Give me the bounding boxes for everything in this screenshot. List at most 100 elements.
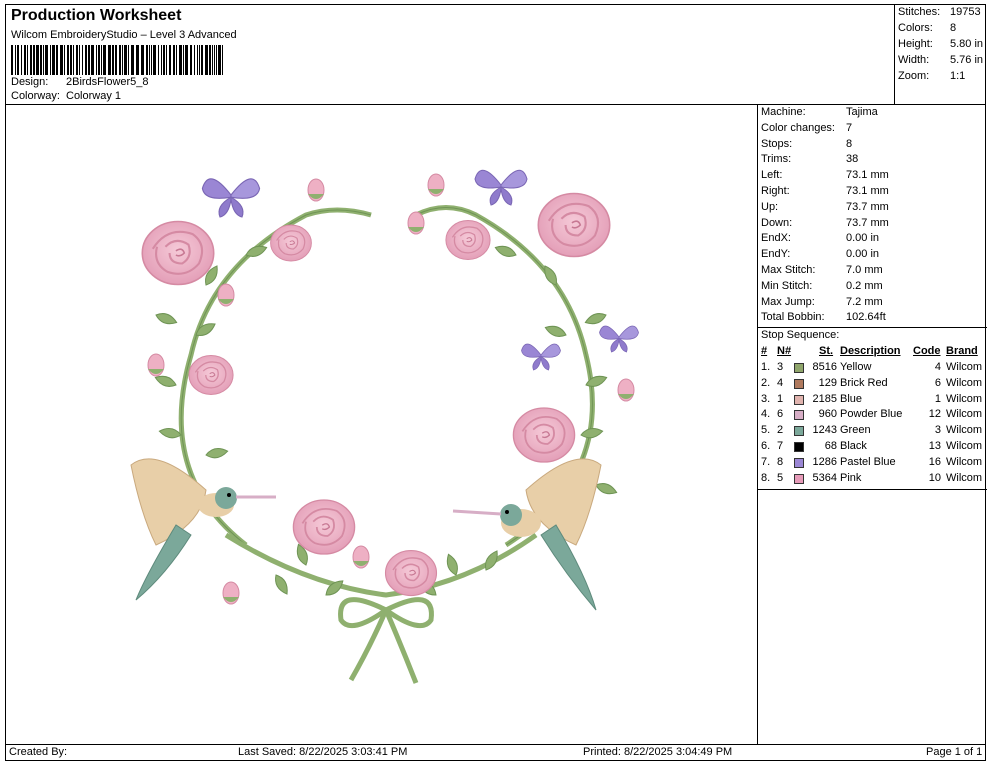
- stop-sequence-row: 2. 4 129 Brick Red 6 Wilcom: [758, 377, 987, 393]
- info-value: 7: [846, 121, 853, 134]
- stat-value: 8: [950, 22, 957, 34]
- info-row: Color changes: 7: [761, 122, 852, 134]
- row-n: 4: [777, 376, 784, 389]
- info-label: Max Jump:: [761, 295, 815, 308]
- stat-label: Stitches:: [898, 6, 941, 18]
- row-code: 13: [928, 440, 941, 452]
- row-n: 6: [777, 408, 784, 421]
- stat-row: Stitches: 19753: [898, 6, 981, 18]
- stop-sequence-row: 6. 7 68 Black 13 Wilcom: [758, 440, 987, 456]
- info-label: Right:: [761, 185, 790, 197]
- stop-sequence-row: 5. 2 1243 Green 3 Wilcom: [758, 424, 987, 440]
- info-row: Up: 73.7 mm: [761, 200, 889, 213]
- stat-label: Colors:: [898, 22, 933, 34]
- row-code: 12: [928, 408, 941, 421]
- info-value: 7.0 mm: [846, 264, 883, 276]
- bow: [338, 597, 434, 684]
- divider: [758, 489, 987, 490]
- info-label: Up:: [761, 200, 779, 213]
- stat-row: Height: 5.80 in: [898, 38, 983, 50]
- barcode: [11, 45, 223, 75]
- color-swatch: [794, 457, 804, 468]
- info-value: 73.1 mm: [846, 169, 889, 182]
- row-n: 8: [777, 455, 784, 468]
- col-desc: Description: [840, 345, 901, 357]
- left-hummingbird: [130, 458, 276, 601]
- info-value: 73.1 mm: [846, 185, 889, 197]
- row-stitches: 960: [818, 408, 837, 421]
- color-swatch: [794, 394, 804, 405]
- colorway-line: Colorway: Colorway 1: [11, 90, 121, 102]
- row-stitches: 68: [824, 440, 837, 452]
- machine-info-panel: Machine: Tajima Color changes: 7 Stops: 8 Trim…: [757, 104, 987, 745]
- row-brand: Wilcom: [946, 361, 983, 373]
- color-swatch: [794, 363, 804, 373]
- row-idx: 8.: [761, 471, 771, 484]
- info-value: 8: [846, 137, 853, 150]
- row-description: Powder Blue: [840, 408, 903, 421]
- info-value: 38: [846, 153, 859, 166]
- color-swatch: [794, 410, 804, 421]
- embroidery-design-preview: [130, 169, 639, 684]
- row-stitches: 2185: [812, 392, 837, 405]
- row-code: 16: [928, 455, 941, 468]
- info-row: Max Jump: 7.2 mm: [761, 295, 883, 308]
- row-code: 3: [934, 424, 941, 437]
- row-stitches: 129: [818, 376, 837, 389]
- software-subtitle: Wilcom EmbroideryStudio – Level 3 Advanc…: [11, 29, 237, 41]
- row-idx: 7.: [761, 455, 771, 468]
- info-row: Trims: 38: [761, 153, 858, 166]
- stat-row: Zoom: 1:1: [898, 70, 965, 82]
- info-value: 102.64ft: [846, 311, 886, 324]
- stop-sequence-row: 8. 5 5364 Pink 10 Wilcom: [758, 472, 987, 488]
- worksheet-header: Production Worksheet Wilcom EmbroiderySt…: [5, 4, 895, 105]
- row-description: Blue: [840, 392, 863, 405]
- row-code: 4: [934, 361, 941, 373]
- row-description: Pink: [840, 471, 862, 484]
- info-label: EndY:: [761, 248, 791, 261]
- stat-row: Width: 5.76 in: [898, 54, 983, 66]
- info-value: 0.00 in: [846, 232, 880, 245]
- row-idx: 3.: [761, 392, 771, 405]
- col-idx: #: [761, 345, 768, 357]
- info-row: Max Stitch: 7.0 mm: [761, 264, 883, 276]
- stop-sequence-label: Stop Sequence:: [761, 329, 840, 341]
- info-label: Max Stitch:: [761, 264, 816, 276]
- stop-sequence-header: # N# St. Description Code Brand: [758, 345, 987, 361]
- info-label: Min Stitch:: [761, 279, 813, 292]
- row-description: Pastel Blue: [840, 455, 896, 468]
- row-brand: Wilcom: [946, 440, 983, 452]
- row-idx: 5.: [761, 424, 771, 437]
- row-brand: Wilcom: [946, 471, 983, 484]
- row-brand: Wilcom: [946, 455, 983, 468]
- row-description: Black: [840, 440, 867, 452]
- stop-sequence-row: 4. 6 960 Powder Blue 12 Wilcom: [758, 408, 987, 424]
- colorway-label: Colorway:: [11, 90, 60, 102]
- stat-label: Zoom:: [898, 70, 930, 82]
- info-row: Machine: Tajima: [761, 106, 878, 118]
- color-swatch: [794, 378, 804, 389]
- stop-sequence-row: 3. 1 2185 Blue 1 Wilcom: [758, 393, 987, 409]
- info-label: Down:: [761, 216, 793, 229]
- row-n: 3: [777, 361, 784, 373]
- stat-value: 5.80 in: [950, 38, 984, 50]
- info-label: Machine:: [761, 106, 806, 118]
- info-row: Stops: 8: [761, 137, 852, 150]
- row-idx: 6.: [761, 440, 771, 452]
- info-value: Tajima: [846, 106, 878, 118]
- col-st: St.: [819, 345, 834, 357]
- info-row: Total Bobbin: 102.64ft: [761, 311, 886, 323]
- row-code: 1: [934, 392, 941, 405]
- design-preview: [5, 104, 758, 745]
- info-row: Right: 73.1 mm: [761, 185, 889, 197]
- row-brand: Wilcom: [946, 424, 983, 437]
- info-label: Trims:: [761, 153, 792, 166]
- row-n: 1: [777, 392, 784, 405]
- row-idx: 1.: [761, 361, 771, 373]
- info-label: Stops:: [761, 137, 793, 150]
- design-label: Design:: [11, 76, 49, 88]
- row-code: 10: [928, 471, 941, 484]
- stat-row: Colors: 8: [898, 22, 956, 34]
- divider: [758, 327, 987, 328]
- printed-date: Printed: 8/22/2025 3:04:49 PM: [583, 746, 733, 758]
